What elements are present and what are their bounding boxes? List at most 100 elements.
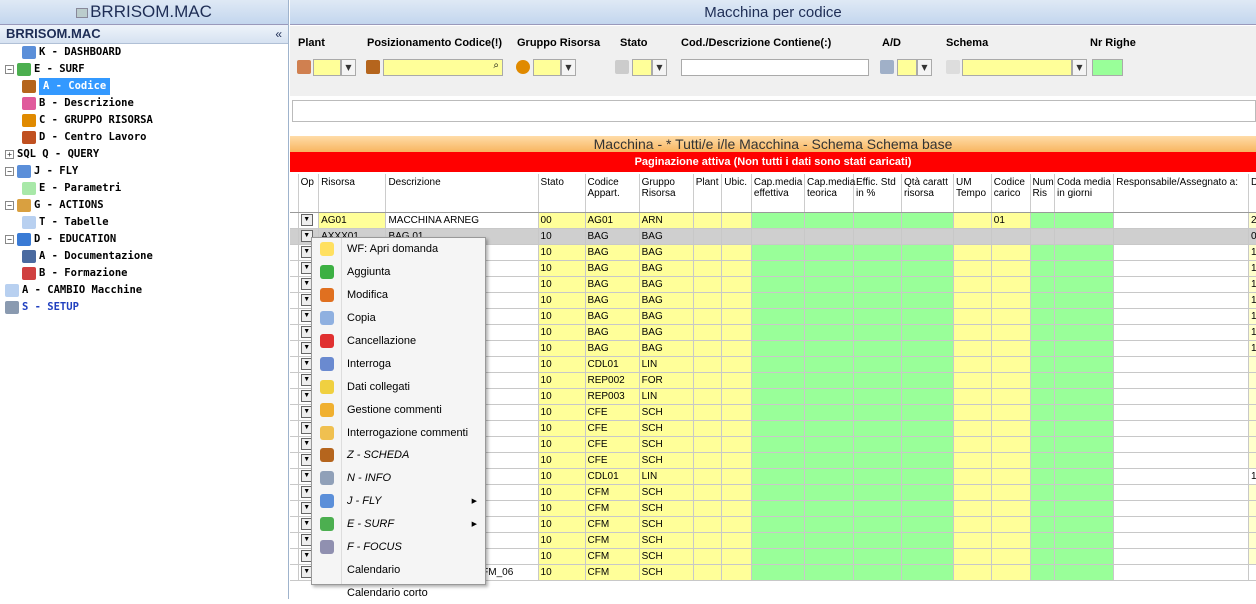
menu-item[interactable]: N - INFO (312, 467, 485, 490)
row-menu-button[interactable]: ▼ (301, 214, 313, 226)
menu-item[interactable]: Interroga (312, 352, 485, 375)
tree-item[interactable]: C - GRUPPO RISORSA (0, 112, 288, 129)
column-header[interactable]: Plant (693, 174, 722, 212)
tree-item[interactable]: −D - EDUCATION (0, 231, 288, 248)
ad-field[interactable] (897, 59, 917, 76)
collapse-button[interactable]: « (275, 25, 282, 43)
plant-field[interactable] (313, 59, 341, 76)
ad-dropdown[interactable]: ▼ (917, 59, 932, 76)
menu-item[interactable]: Calendario corto (312, 581, 485, 604)
cell-last (1249, 436, 1256, 452)
cell-gruppo: LIN (639, 388, 693, 404)
cell (693, 276, 722, 292)
tree-item[interactable]: E - Parametri (0, 180, 288, 197)
cell (722, 228, 752, 244)
cell (751, 564, 804, 580)
stato-field[interactable] (632, 59, 652, 76)
posizionamento-field[interactable]: ⌕ (383, 59, 503, 76)
cell (804, 228, 853, 244)
menu-item[interactable]: WF: Apri domanda (312, 238, 485, 261)
column-header[interactable]: Cap.media teorica (804, 174, 853, 212)
tree-item[interactable]: A - Codice (0, 78, 288, 95)
tree-item[interactable]: A - CAMBIO Macchine (0, 282, 288, 299)
gruppo-dropdown[interactable]: ▼ (561, 59, 576, 76)
menu-item[interactable]: Interrogazione commenti (312, 421, 485, 444)
table-row[interactable]: ▼AG01MACCHINA ARNEG00AG01ARN012 (290, 212, 1256, 228)
stato-icon (615, 60, 629, 74)
tree-item[interactable]: B - Formazione (0, 265, 288, 282)
schema-field[interactable] (962, 59, 1072, 76)
menu-item[interactable]: Z - SCHEDA (312, 444, 485, 467)
cell (290, 308, 298, 324)
tree-node-icon (22, 131, 36, 144)
column-header[interactable]: Effic. Std in % (853, 174, 901, 212)
submenu-arrow-icon: ▶ (472, 497, 477, 505)
gruppo-field[interactable] (533, 59, 561, 76)
cell (901, 276, 953, 292)
tree-item[interactable]: +SQL Q - QUERY (0, 146, 288, 163)
cell (722, 324, 752, 340)
descrizione-field[interactable] (681, 59, 869, 76)
menu-item[interactable]: Cancellazione (312, 330, 485, 353)
column-header[interactable]: Descrizione (386, 174, 538, 212)
menu-item[interactable]: Copia (312, 307, 485, 330)
tree-item[interactable]: −J - FLY (0, 163, 288, 180)
cell (290, 500, 298, 516)
cell (1030, 516, 1055, 532)
tree-item[interactable]: A - Documentazione (0, 248, 288, 265)
plant-dropdown[interactable]: ▼ (341, 59, 356, 76)
tree-item[interactable]: K - DASHBOARD (0, 44, 288, 61)
column-header[interactable]: Coda media in giorni (1055, 174, 1114, 212)
cell (693, 548, 722, 564)
tree-item[interactable]: S - SETUP (0, 299, 288, 316)
cell (853, 420, 901, 436)
column-header[interactable]: UM Tempo (954, 174, 992, 212)
cell-codice: BAG (585, 260, 639, 276)
search-bar[interactable] (292, 100, 1256, 122)
cell-stato: 10 (538, 340, 585, 356)
column-header[interactable]: Da in (1249, 174, 1256, 212)
tree-toggle-icon[interactable]: + (5, 150, 14, 159)
menu-item[interactable]: Calendario (312, 558, 485, 581)
column-header[interactable]: Op (298, 174, 318, 212)
column-header[interactable]: Responsabile/Assegnato a: (1114, 174, 1249, 212)
column-header[interactable]: Ubic. (722, 174, 752, 212)
menu-item[interactable]: F - FOCUS (312, 536, 485, 559)
menu-item[interactable]: Aggiunta (312, 261, 485, 284)
cell-gruppo: BAG (639, 260, 693, 276)
tree-item[interactable]: T - Tabelle (0, 214, 288, 231)
column-header[interactable]: Codice carico (991, 174, 1030, 212)
menu-item[interactable]: Modifica (312, 284, 485, 307)
tree-toggle-icon[interactable]: − (5, 235, 14, 244)
column-header[interactable]: Cap.media effettiva (751, 174, 804, 212)
tree-node-icon (22, 182, 36, 195)
column-header[interactable]: Stato (538, 174, 585, 212)
column-header[interactable]: Risorsa (319, 174, 386, 212)
column-header[interactable]: Codice Appart. (585, 174, 639, 212)
tree-item[interactable]: D - Centro Lavoro (0, 129, 288, 146)
column-header[interactable]: Gruppo Risorsa (639, 174, 693, 212)
cell-gruppo: ARN (639, 212, 693, 228)
tree-toggle-icon[interactable]: − (5, 167, 14, 176)
tree-node-icon (17, 233, 31, 246)
column-header[interactable]: Qtà caratt risorsa (901, 174, 953, 212)
tree-toggle-icon[interactable]: − (5, 65, 14, 74)
tree-item[interactable]: B - Descrizione (0, 95, 288, 112)
menu-item[interactable]: Dati collegati (312, 375, 485, 398)
schema-dropdown[interactable]: ▼ (1072, 59, 1087, 76)
search-icon[interactable]: ⌕ (493, 60, 499, 71)
tree-item[interactable]: −G - ACTIONS (0, 197, 288, 214)
cell (901, 244, 953, 260)
tree-item[interactable]: −E - SURF (0, 61, 288, 78)
column-header[interactable]: Num Ris (1030, 174, 1055, 212)
menu-item[interactable]: J - FLY▶ (312, 490, 485, 513)
menu-item[interactable]: Gestione commenti (312, 398, 485, 421)
menu-item[interactable]: E - SURF▶ (312, 513, 485, 536)
cell (1030, 468, 1055, 484)
cell (722, 516, 752, 532)
stato-dropdown[interactable]: ▼ (652, 59, 667, 76)
nr-righe-field[interactable] (1092, 59, 1123, 76)
tree-toggle-icon[interactable]: − (5, 201, 14, 210)
cell (1055, 324, 1114, 340)
tree-node-icon (22, 114, 36, 127)
